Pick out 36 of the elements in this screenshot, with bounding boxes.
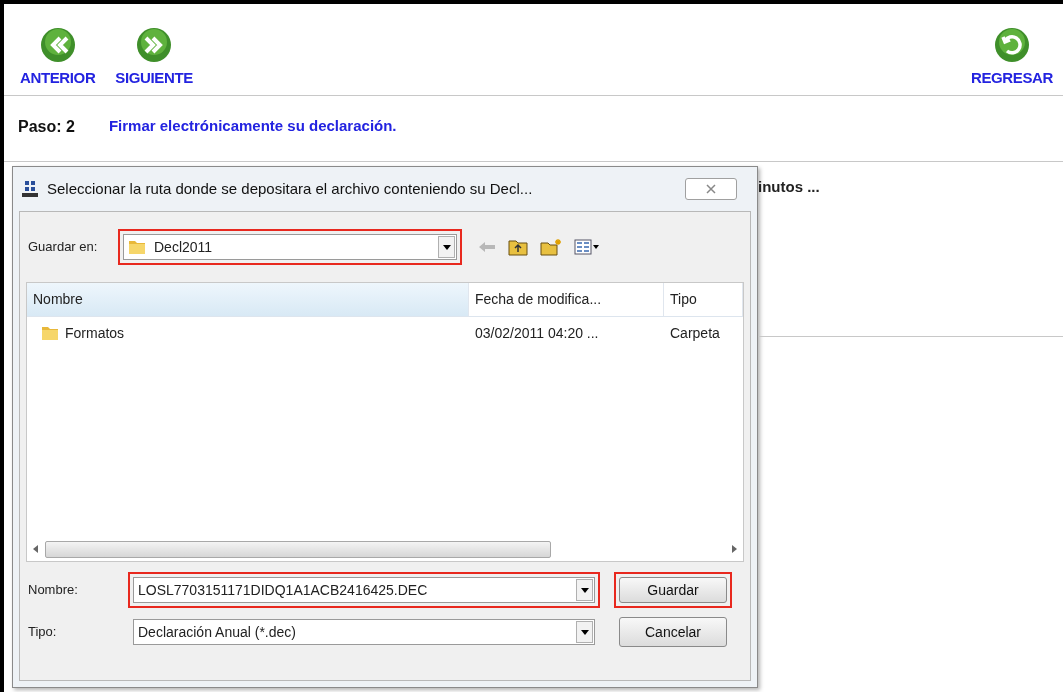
folder-icon xyxy=(128,239,146,255)
nav-link[interactable]: SIGUIENTE xyxy=(115,66,193,89)
app-logo-icon xyxy=(21,180,39,198)
dropdown-field[interactable]: Declaración Anual (*.dec) xyxy=(133,619,595,645)
dialog-title: Seleccionar la ruta donde se depositara el archivo conteniendo su Decl... xyxy=(47,178,533,199)
field-label: Nombre: xyxy=(28,581,79,600)
folder-icon xyxy=(41,325,59,341)
dropdown-field[interactable]: Decl2011 xyxy=(123,234,457,260)
step-title: Firmar electrónicamente su declaración. xyxy=(108,116,397,137)
dropdown-field[interactable]: LOSL7703151171DIDQ1A1ACB2416425.DEC xyxy=(133,577,595,603)
status-message: inutos ... xyxy=(758,177,821,197)
return-icon[interactable] xyxy=(994,26,1030,63)
field-value: Declaración Anual (*.dec) xyxy=(138,622,297,642)
save-button[interactable]: Guardar xyxy=(619,577,727,603)
table-cell[interactable]: Formatos xyxy=(65,322,125,344)
view-menu-icon[interactable] xyxy=(574,239,600,255)
rewind-icon[interactable] xyxy=(39,26,76,63)
field-label: Guardar en: xyxy=(28,238,99,257)
new-folder-icon[interactable] xyxy=(540,238,562,256)
field-value: LOSL7703151171DIDQ1A1ACB2416425.DEC xyxy=(138,580,429,600)
step-label: Paso: 2 xyxy=(18,116,75,137)
table-cell-text: 03/02/2011 04:20 ... xyxy=(475,323,599,343)
scroll-left-icon[interactable] xyxy=(31,544,41,554)
scrollbar-thumb[interactable] xyxy=(45,540,551,558)
table-cell-text: Carpeta xyxy=(670,323,720,343)
nav-link[interactable]: ANTERIOR xyxy=(20,66,96,89)
field-value: Decl2011 xyxy=(154,237,214,257)
close-icon xyxy=(706,184,716,194)
up-folder-icon[interactable] xyxy=(508,238,528,256)
field-label: Tipo: xyxy=(28,623,58,642)
scroll-right-icon[interactable] xyxy=(729,544,739,554)
close-button[interactable] xyxy=(685,178,737,200)
column-header[interactable]: Nombre xyxy=(27,283,469,316)
cancel-button[interactable]: Cancelar xyxy=(619,617,727,647)
fast-forward-icon[interactable] xyxy=(136,26,173,63)
nav-link[interactable]: REGRESAR xyxy=(971,66,1053,89)
